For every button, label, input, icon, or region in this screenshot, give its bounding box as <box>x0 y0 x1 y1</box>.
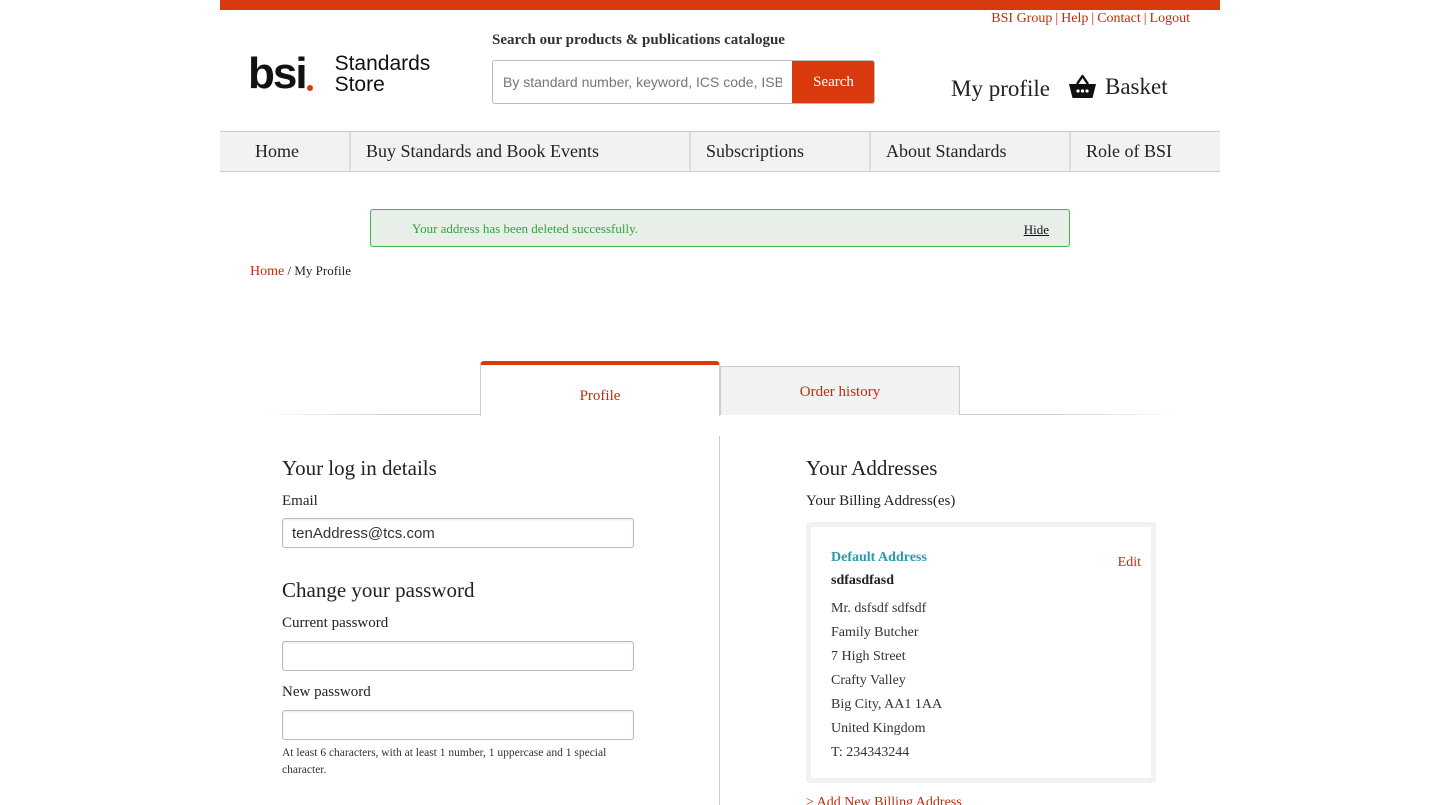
brand-top-bar <box>220 0 1220 10</box>
bsi-logo[interactable]: bsi Standards Store <box>248 52 430 96</box>
bsi-group-link[interactable]: BSI Group <box>991 11 1052 26</box>
address-card: Default Address Edit sdfasdfasd Mr. dsfs… <box>806 522 1156 783</box>
logo-wordmark: bsi <box>248 49 308 98</box>
basket-label: Basket <box>1105 74 1168 99</box>
email-label: Email <box>282 493 318 509</box>
search-input[interactable] <box>493 61 792 103</box>
address-line: Crafty Valley <box>831 673 906 688</box>
breadcrumb: Home / My Profile <box>250 263 351 280</box>
search-box: Search <box>492 60 875 104</box>
nav-item-about-standards[interactable]: About Standards <box>871 132 1071 171</box>
address-line: Big City, AA1 1AA <box>831 697 943 712</box>
current-password-label: Current password <box>282 615 389 631</box>
breadcrumb-home[interactable]: Home <box>250 264 284 279</box>
main-nav: Home Buy Standards and Book Events Subsc… <box>220 131 1220 172</box>
address-name: sdfasdfasd <box>831 573 895 588</box>
logout-link[interactable]: Logout <box>1150 11 1190 26</box>
email-field[interactable] <box>282 518 634 548</box>
search-label: Search our products & publications catal… <box>492 32 785 48</box>
breadcrumb-current: My Profile <box>294 263 352 278</box>
utility-links: BSI Group | Help | Contact | Logout <box>991 11 1190 26</box>
password-heading: Change your password <box>282 578 475 602</box>
address-line: Mr. dsfsdf sdfsdf <box>831 601 927 616</box>
contact-link[interactable]: Contact <box>1097 11 1141 26</box>
success-alert: Your address has been deleted successful… <box>370 209 1070 247</box>
current-password-field[interactable] <box>282 641 634 671</box>
login-heading: Your log in details <box>282 456 437 480</box>
nav-item-role-of-bsi[interactable]: Role of BSI <box>1071 132 1220 171</box>
edit-address-link[interactable]: Edit <box>1118 555 1141 571</box>
help-link[interactable]: Help <box>1061 11 1088 26</box>
basket-icon <box>1069 74 1096 98</box>
billing-label: Your Billing Address(es) <box>806 493 956 509</box>
nav-item-home[interactable]: Home <box>220 132 351 171</box>
page: BSI Group | Help | Contact | Logout bsi Standa… <box>220 0 1220 805</box>
basket-link[interactable]: Basket <box>1068 74 1168 100</box>
tab-profile[interactable]: Profile <box>480 361 720 416</box>
logo-store-text: Standards Store <box>334 52 431 96</box>
address-phone: T: 234343244 <box>831 745 910 760</box>
new-password-label: New password <box>282 684 371 700</box>
search-button[interactable]: Search <box>792 61 874 103</box>
password-hint: At least 6 characters, with at least 1 n… <box>282 747 607 776</box>
address-line: Family Butcher <box>831 625 919 640</box>
login-details-section: Your log in details Email Change your pa… <box>282 456 642 779</box>
my-profile-link[interactable]: My profile <box>951 76 1050 102</box>
default-address-label: Default Address <box>831 550 927 565</box>
address-line: United Kingdom <box>831 721 926 736</box>
address-line: 7 High Street <box>831 649 906 664</box>
alert-message: Your address has been deleted successful… <box>412 221 639 236</box>
nav-item-subscriptions[interactable]: Subscriptions <box>691 132 871 171</box>
column-divider <box>719 436 720 805</box>
alert-hide-link[interactable]: Hide <box>1024 222 1049 238</box>
new-password-field[interactable] <box>282 710 634 740</box>
addresses-heading: Your Addresses <box>806 456 938 480</box>
logo-dot <box>306 85 313 91</box>
nav-item-buy-standards[interactable]: Buy Standards and Book Events <box>351 132 691 171</box>
add-billing-address-link[interactable]: > Add New Billing Address <box>806 795 962 805</box>
tab-order-history[interactable]: Order history <box>720 366 960 415</box>
breadcrumb-separator: / <box>284 263 295 278</box>
address-lines: Mr. dsfsdf sdfsdf Family Butcher 7 High … <box>831 597 942 765</box>
addresses-section: Your Addresses Your Billing Address(es) … <box>806 456 1166 805</box>
